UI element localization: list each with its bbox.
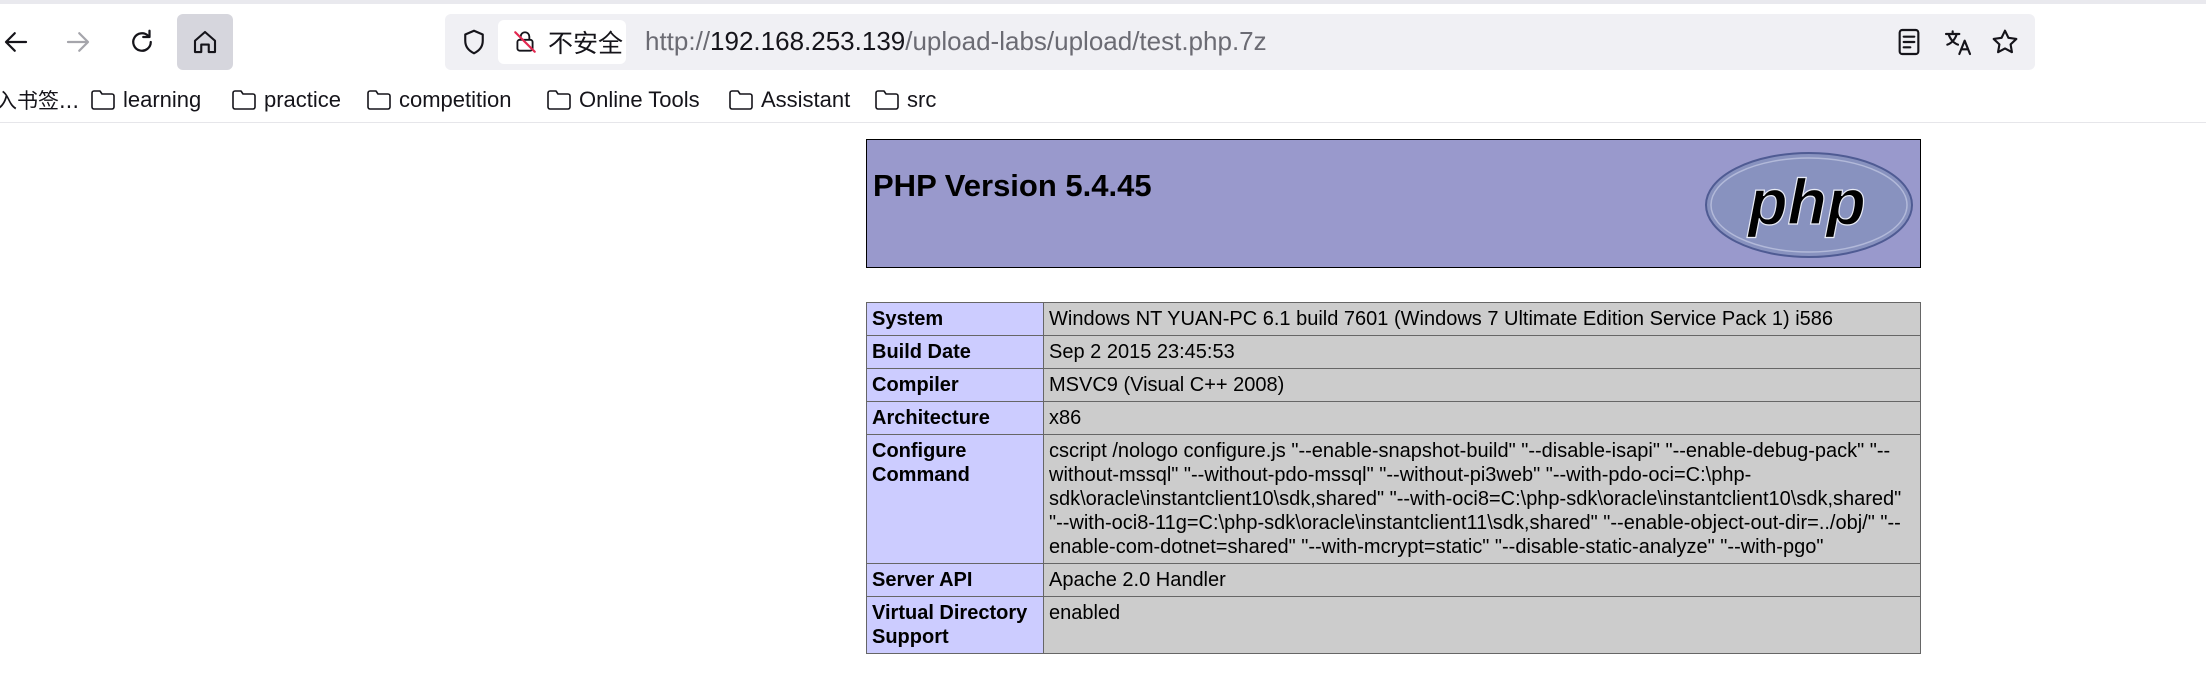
back-button[interactable] <box>0 14 44 70</box>
row-value: MSVC9 (Visual C++ 2008) <box>1043 368 1921 402</box>
table-row: Server API Apache 2.0 Handler <box>866 563 1921 597</box>
bookmarks-toolbar: 入书签... learning practice competition Onl… <box>0 78 2206 123</box>
folder-icon <box>875 90 899 110</box>
home-button[interactable] <box>177 14 233 70</box>
reload-icon <box>132 29 152 52</box>
arrow-left-icon <box>4 32 28 52</box>
bookmark-import[interactable]: 入书签... <box>0 82 79 118</box>
row-key: System <box>866 302 1044 336</box>
folder-icon <box>367 90 391 110</box>
folder-icon <box>232 90 256 110</box>
browser-toolbar: 不安全 http://192.168.253.139/upload-labs/u… <box>0 4 2206 74</box>
connection-security-indicator[interactable]: 不安全 <box>498 20 626 64</box>
bookmark-folder-practice[interactable]: practice <box>231 82 341 118</box>
table-row: Virtual Directory Support enabled <box>866 596 1921 654</box>
bookmark-label: competition <box>399 87 512 112</box>
table-row: Configure Command cscript /nologo config… <box>866 434 1921 564</box>
row-key: Virtual Directory Support <box>866 596 1044 654</box>
php-logo-text: php <box>1746 166 1865 238</box>
row-key: Compiler <box>866 368 1044 402</box>
table-row: Architecture x86 <box>866 401 1921 435</box>
bookmark-label: Assistant <box>761 87 851 112</box>
home-icon <box>193 30 217 54</box>
row-value: x86 <box>1043 401 1921 435</box>
folder-icon <box>91 90 115 110</box>
table-row: System Windows NT YUAN-PC 6.1 build 7601… <box>866 302 1921 336</box>
arrow-right-icon <box>66 32 90 52</box>
translate-icon[interactable] <box>1942 26 1974 58</box>
bookmark-star-icon[interactable] <box>1989 26 2021 58</box>
row-key: Server API <box>866 563 1044 597</box>
bookmark-label: 入书签... <box>0 89 80 113</box>
not-secure-label: 不安全 <box>548 29 624 58</box>
bookmark-label: learning <box>123 87 202 112</box>
row-value: cscript /nologo configure.js "--enable-s… <box>1043 434 1921 564</box>
row-value: Sep 2 2015 23:45:53 <box>1043 335 1921 369</box>
row-key: Build Date <box>866 335 1044 369</box>
row-value: Windows NT YUAN-PC 6.1 build 7601 (Windo… <box>1043 302 1921 336</box>
row-key: Architecture <box>866 401 1044 435</box>
row-value: enabled <box>1043 596 1921 654</box>
bookmark-folder-online-tools[interactable]: Online Tools <box>546 82 700 118</box>
page-title: PHP Version 5.4.45 <box>873 168 1152 203</box>
url-scheme: http:// <box>645 26 711 56</box>
url-path: /upload-labs/upload/test.php.7z <box>905 26 1267 56</box>
bookmark-folder-assistant[interactable]: Assistant <box>728 82 850 118</box>
bookmark-folder-learning[interactable]: learning <box>90 82 201 118</box>
bookmark-folder-competition[interactable]: competition <box>366 82 512 118</box>
bookmark-folder-src[interactable]: src <box>874 82 936 118</box>
bookmark-label: practice <box>264 87 342 112</box>
address-bar[interactable]: 不安全 http://192.168.253.139/upload-labs/u… <box>445 14 2035 70</box>
url-text[interactable]: http://192.168.253.139/upload-labs/uploa… <box>645 26 1267 57</box>
php-logo: php <box>1705 152 1913 258</box>
row-value: Apache 2.0 Handler <box>1043 563 1921 597</box>
shield-icon[interactable] <box>459 27 489 57</box>
insecure-lock-icon <box>514 31 536 53</box>
url-host: 192.168.253.139 <box>710 26 906 56</box>
folder-icon <box>547 90 571 110</box>
bookmark-label: Online Tools <box>579 87 700 112</box>
row-key: Configure Command <box>866 434 1044 564</box>
table-row: Build Date Sep 2 2015 23:45:53 <box>866 335 1921 369</box>
reader-view-icon[interactable] <box>1893 26 1925 58</box>
phpinfo-header: PHP Version 5.4.45 php <box>866 139 1921 268</box>
bookmark-label: src <box>907 87 937 112</box>
table-row: Compiler MSVC9 (Visual C++ 2008) <box>866 368 1921 402</box>
phpinfo-table: System Windows NT YUAN-PC 6.1 build 7601… <box>866 302 1921 654</box>
folder-icon <box>729 90 753 110</box>
forward-button[interactable] <box>50 14 106 70</box>
reload-button[interactable] <box>114 14 170 70</box>
